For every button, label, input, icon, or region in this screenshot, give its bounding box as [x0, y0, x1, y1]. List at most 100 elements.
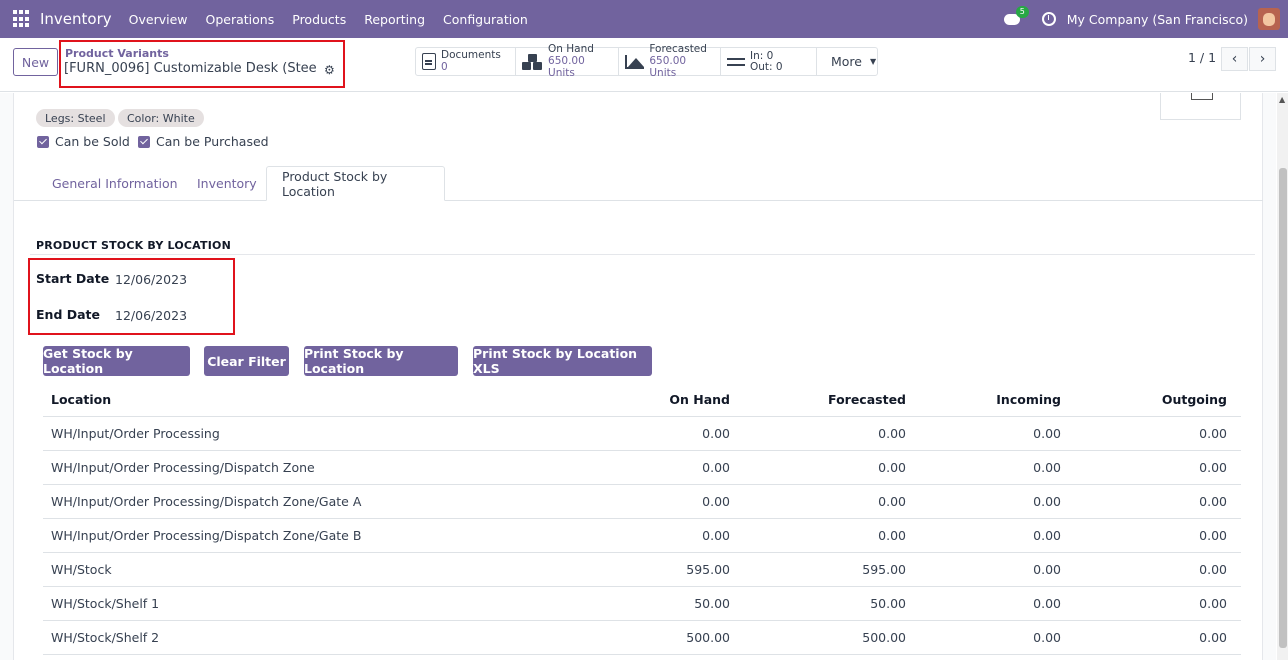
- cell-incoming: 0.00: [914, 416, 1069, 451]
- forecasted-label: Forecasted: [649, 43, 707, 55]
- section-divider: [30, 254, 1255, 255]
- on-hand-button[interactable]: On Hand 650.00 Units: [516, 44, 619, 79]
- breadcrumb-parent-link[interactable]: Product Variants: [65, 47, 169, 60]
- apps-menu-icon[interactable]: [13, 10, 31, 28]
- pager-next-button[interactable]: ›: [1249, 47, 1276, 71]
- cubes-icon: [522, 53, 543, 70]
- column-header-on-hand[interactable]: On Hand: [579, 384, 738, 417]
- menu-configuration[interactable]: Configuration: [443, 12, 528, 27]
- menu-products[interactable]: Products: [292, 12, 346, 27]
- cell-location: WH/Stock/Shelf 1: [43, 586, 579, 621]
- table-row[interactable]: WH/Stock 595.00 595.00 0.00 0.00: [43, 552, 1241, 587]
- clear-filter-button[interactable]: Clear Filter: [204, 346, 289, 376]
- activity-clock-icon[interactable]: [1041, 12, 1056, 26]
- exchange-arrows-icon: [727, 56, 745, 68]
- cell-forecasted: 0.00: [738, 518, 914, 553]
- cell-forecasted: 50.00: [738, 586, 914, 621]
- smart-buttons: Documents 0 On Hand 650.00 Units Forecas…: [415, 44, 878, 79]
- chat-icon[interactable]: 5: [1003, 6, 1029, 27]
- documents-button[interactable]: Documents 0: [416, 48, 516, 75]
- menu-reporting[interactable]: Reporting: [364, 12, 425, 27]
- pager-previous-button[interactable]: ‹: [1221, 47, 1248, 71]
- app-name[interactable]: Inventory: [40, 10, 112, 28]
- can-be-purchased-checkbox[interactable]: Can be Purchased: [138, 134, 269, 149]
- cell-on-hand: 595.00: [579, 552, 738, 587]
- end-date-field[interactable]: 12/06/2023: [115, 308, 187, 323]
- cell-outgoing: 0.00: [1069, 518, 1241, 553]
- can-be-sold-label: Can be Sold: [55, 134, 130, 149]
- scrollbar-thumb[interactable]: [1279, 168, 1287, 648]
- cell-forecasted: 595.00: [738, 552, 914, 587]
- breadcrumb: Product Variants [FURN_0096] Customizabl…: [59, 40, 345, 88]
- column-header-forecasted[interactable]: Forecasted: [738, 384, 914, 417]
- cell-on-hand: 500.00: [579, 620, 738, 655]
- attribute-tag-color: Color: White: [118, 109, 204, 127]
- area-chart-icon: [625, 54, 645, 69]
- cell-outgoing: 0.00: [1069, 484, 1241, 519]
- tab-product-stock-by-location[interactable]: Product Stock by Location: [266, 166, 445, 201]
- checkbox-checked-icon: [37, 135, 49, 148]
- column-header-location[interactable]: Location: [43, 384, 579, 417]
- cell-on-hand: 0.00: [579, 518, 738, 553]
- on-hand-label: On Hand: [548, 43, 594, 55]
- print-stock-by-location-xls-button[interactable]: Print Stock by Location XLS: [473, 346, 652, 376]
- in-out-button[interactable]: In: 0 Out: 0: [721, 48, 817, 75]
- documents-value: 0: [441, 61, 448, 73]
- date-filter-highlight: [28, 258, 235, 335]
- cell-on-hand: 0.00: [579, 416, 738, 451]
- cell-forecasted: 500.00: [738, 620, 914, 655]
- can-be-sold-checkbox[interactable]: Can be Sold: [37, 134, 130, 149]
- company-switcher[interactable]: My Company (San Francisco): [1067, 12, 1248, 27]
- table-header-row: Location On Hand Forecasted Incoming Out…: [43, 384, 1241, 417]
- pager-value[interactable]: 1 / 1: [1188, 50, 1216, 65]
- cell-location: WH/Input/Order Processing/Dispatch Zone/…: [43, 518, 579, 553]
- cell-incoming: 0.00: [914, 484, 1069, 519]
- product-image[interactable]: [1160, 93, 1241, 120]
- checkbox-checked-icon: [138, 135, 150, 148]
- gear-icon[interactable]: ⚙: [324, 63, 335, 77]
- cell-on-hand: 0.00: [579, 484, 738, 519]
- section-title: PRODUCT STOCK BY LOCATION: [36, 239, 231, 252]
- in-count: In: 0: [750, 49, 774, 62]
- cell-incoming: 0.00: [914, 450, 1069, 485]
- more-dropdown[interactable]: More ▼: [817, 48, 877, 75]
- get-stock-by-location-button[interactable]: Get Stock by Location: [43, 346, 190, 376]
- cell-outgoing: 0.00: [1069, 620, 1241, 655]
- start-date-field[interactable]: 12/06/2023: [115, 272, 187, 287]
- chat-badge: 5: [1015, 6, 1029, 18]
- start-date-label: Start Date: [36, 271, 110, 286]
- cell-location: WH/Input/Order Processing/Dispatch Zone: [43, 450, 579, 485]
- cell-location: WH/Stock: [43, 552, 579, 587]
- control-panel: New Product Variants [FURN_0096] Customi…: [0, 38, 1288, 92]
- scroll-up-icon[interactable]: ▲: [1279, 95, 1285, 104]
- table-row[interactable]: WH/Input/Order Processing/Dispatch Zone/…: [43, 518, 1241, 553]
- documents-label: Documents: [441, 49, 501, 61]
- cell-location: WH/Input/Order Processing/Dispatch Zone/…: [43, 484, 579, 519]
- tab-inventory[interactable]: Inventory: [182, 166, 272, 201]
- print-stock-by-location-button[interactable]: Print Stock by Location: [304, 346, 458, 376]
- cell-forecasted: 0.00: [738, 416, 914, 451]
- forecasted-button[interactable]: Forecasted 650.00 Units: [619, 44, 721, 79]
- menu-overview[interactable]: Overview: [129, 12, 188, 27]
- cell-incoming: 0.00: [914, 552, 1069, 587]
- cell-incoming: 0.00: [914, 518, 1069, 553]
- table-row[interactable]: WH/Input/Order Processing/Dispatch Zone/…: [43, 484, 1241, 519]
- menu-operations[interactable]: Operations: [206, 12, 275, 27]
- table-row[interactable]: WH/Stock/Shelf 1 50.00 50.00 0.00 0.00: [43, 586, 1241, 621]
- cell-forecasted: 0.00: [738, 450, 914, 485]
- column-header-outgoing[interactable]: Outgoing: [1069, 384, 1241, 417]
- tab-general-information[interactable]: General Information: [37, 166, 193, 201]
- column-header-incoming[interactable]: Incoming: [914, 384, 1069, 417]
- out-count: Out: 0: [750, 60, 783, 73]
- cell-incoming: 0.00: [914, 620, 1069, 655]
- attribute-tag-legs: Legs: Steel: [36, 109, 115, 127]
- table-row[interactable]: WH/Stock/Shelf 2 500.00 500.00 0.00 0.00: [43, 620, 1241, 655]
- user-avatar[interactable]: [1258, 8, 1280, 30]
- cell-incoming: 0.00: [914, 586, 1069, 621]
- table-row[interactable]: WH/Input/Order Processing 0.00 0.00 0.00…: [43, 416, 1241, 451]
- table-row[interactable]: WH/Input/Order Processing/Dispatch Zone …: [43, 450, 1241, 485]
- new-button[interactable]: New: [13, 48, 58, 76]
- forecasted-value: 650.00 Units: [649, 55, 687, 79]
- chevron-left-icon: ‹: [1231, 51, 1238, 67]
- cell-on-hand: 50.00: [579, 586, 738, 621]
